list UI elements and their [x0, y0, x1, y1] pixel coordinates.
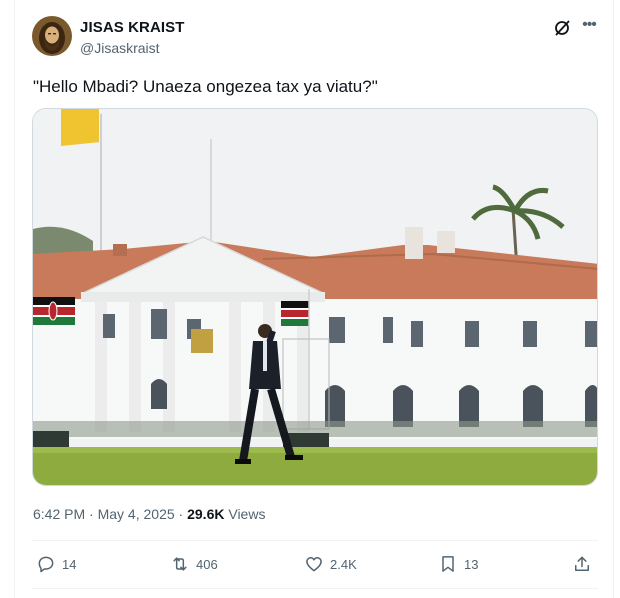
like-count: 2.4K [330, 556, 357, 572]
share-icon [575, 556, 589, 571]
tweet-date[interactable]: May 4, 2025 [98, 506, 175, 522]
reply-button[interactable]: 14 [36, 554, 76, 574]
retweet-button[interactable]: 406 [170, 554, 218, 574]
share-button[interactable] [572, 554, 592, 574]
like-icon [306, 557, 322, 572]
like-button[interactable]: 2.4K [304, 554, 357, 574]
tweet-text: "Hello Mbadi? Unaeza ongezea tax ya viat… [33, 77, 378, 96]
separator: · [174, 506, 188, 522]
bookmark-button[interactable]: 13 [438, 554, 478, 574]
avatar[interactable] [32, 16, 72, 56]
user-handle[interactable]: @Jisaskraist [80, 40, 160, 56]
bookmark-count: 13 [464, 556, 479, 572]
action-bar: 14 406 2.4K 13 [32, 548, 598, 582]
tweet-meta: 6:42 PM · May 4, 2025 · 29.6K Views [33, 506, 265, 522]
display-name[interactable]: JISAS KRAIST [80, 19, 185, 36]
tweet-photo[interactable] [32, 108, 598, 486]
divider [32, 588, 598, 589]
views-label: Views [224, 506, 266, 522]
separator: · [85, 506, 98, 522]
grok-icon[interactable] [552, 18, 572, 38]
divider [32, 540, 598, 541]
tweet-time[interactable]: 6:42 PM [33, 506, 85, 522]
retweet-icon [173, 557, 187, 571]
views-count: 29.6K [187, 506, 225, 522]
reply-icon [38, 556, 54, 573]
retweet-count: 406 [196, 556, 218, 572]
reply-count: 14 [62, 556, 77, 572]
more-icon[interactable]: ••• [578, 16, 600, 38]
bookmark-icon [442, 556, 454, 572]
